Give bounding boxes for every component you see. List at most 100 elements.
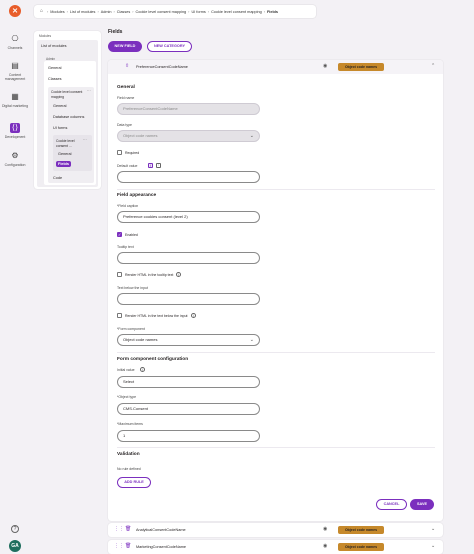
form-component-value: Object code names	[123, 337, 158, 342]
field-caption-label: *Field caption	[117, 204, 139, 208]
gear-icon: ⚙	[11, 151, 19, 160]
enabled-checkbox[interactable]: ✓	[117, 232, 122, 237]
more-icon[interactable]: ···	[87, 89, 91, 93]
breadcrumb-item[interactable]: UI forms	[191, 10, 205, 14]
text-below-label: Text below the input	[117, 286, 148, 290]
tree-section-label: Modules	[39, 34, 52, 38]
tree-item-form[interactable]: Cookie level consent ...	[56, 139, 82, 148]
breadcrumb-item[interactable]: Modules	[50, 10, 64, 14]
cancel-button[interactable]: CANCEL	[376, 499, 407, 510]
field-name-input: PreferenceConsentCodeName	[117, 103, 260, 115]
left-navigation-rail: ✕ ⎔ Channels ▤ Content management ▦ Digi…	[0, 0, 30, 554]
formula-icon[interactable]: ƒ	[148, 163, 153, 168]
maximum-items-input[interactable]: 1	[117, 430, 260, 442]
default-value-label: Default value	[117, 164, 138, 168]
field-row-marketing[interactable]: ⋮⋮ 🗑 MarketingConsentCodeName ◉ Object c…	[108, 540, 443, 554]
grid-icon[interactable]: ⋮	[156, 163, 161, 168]
rail-item-channels-label: Channels	[7, 46, 23, 50]
breadcrumb-item[interactable]: Admin	[101, 10, 112, 14]
trash-icon[interactable]: 🗑	[125, 526, 131, 532]
tree-item-general[interactable]: General	[48, 66, 62, 70]
required-label: Required	[125, 151, 140, 155]
rail-item-channels[interactable]: ⎔ Channels	[0, 34, 30, 50]
render-html-below-checkbox[interactable]	[117, 313, 122, 318]
tree-item-code[interactable]: Code	[53, 176, 62, 180]
add-rule-button[interactable]: ADD RULE	[117, 477, 151, 488]
breadcrumb-item[interactable]: Classes	[117, 10, 131, 14]
trash-icon[interactable]: 🗑	[125, 543, 131, 549]
field-name: PreferenceConsentCodeName	[136, 65, 188, 69]
content-icon: ▤	[11, 61, 19, 70]
field-editor-card: ⇳ PreferenceConsentCodeName ◉ Object cod…	[108, 60, 443, 521]
object-type-input[interactable]: CMS.Consent	[117, 403, 260, 415]
breadcrumb: ⌂ › Modules › List of modules › Admin › Clas…	[34, 5, 316, 18]
rail-item-content-label: Content management	[4, 73, 26, 81]
rail-item-configuration-label: Configuration	[4, 163, 26, 167]
info-icon[interactable]: i	[176, 272, 181, 277]
rail-item-marketing-label: Digital marketing	[1, 104, 29, 108]
field-header-preference[interactable]: ⇳ PreferenceConsentCodeName ◉ Object cod…	[108, 60, 443, 74]
eye-icon[interactable]: ◉	[323, 526, 327, 532]
app-logo[interactable]: ✕	[9, 5, 21, 17]
info-icon[interactable]: i	[191, 313, 196, 318]
section-form-component-configuration: Form component configuration	[117, 357, 189, 362]
eye-icon[interactable]: ◉	[323, 63, 327, 69]
tree-item-fields[interactable]: Fields	[56, 161, 71, 167]
rail-item-content-management[interactable]: ▤ Content management	[0, 61, 30, 81]
initial-value-select[interactable]: Select	[117, 376, 260, 388]
home-icon[interactable]: ⌂	[40, 9, 45, 14]
new-category-button[interactable]: NEW CATEGORY	[147, 41, 192, 52]
tree-item-classes[interactable]: Classes	[48, 77, 62, 81]
tooltip-input[interactable]	[117, 252, 260, 264]
chevron-down-icon: ⌄	[249, 133, 254, 139]
divider	[117, 189, 435, 190]
avatar[interactable]: GA	[9, 540, 21, 552]
code-icon: ⟨⟩	[10, 123, 20, 133]
chevron-down-icon: ⌄	[249, 337, 254, 343]
more-icon[interactable]: ···	[83, 138, 87, 142]
field-row-analytical[interactable]: ⋮⋮ 🗑 AnalyticalConsentCodeName ◉ Object …	[108, 523, 443, 537]
data-type-label: Data type	[117, 123, 132, 127]
breadcrumb-item[interactable]: Cookie level consent mapping	[136, 10, 187, 14]
chevron-up-icon[interactable]: ⌃	[431, 63, 435, 69]
data-type-select: Object code names ⌄	[117, 130, 260, 142]
eye-icon[interactable]: ◉	[323, 543, 327, 549]
breadcrumb-item[interactable]: Cookie level consent mapping	[211, 10, 262, 14]
render-html-tooltip-checkbox[interactable]	[117, 272, 122, 277]
divider	[117, 447, 435, 448]
text-below-input[interactable]	[117, 293, 260, 305]
drag-handle-icon[interactable]: ⋮⋮	[114, 543, 124, 549]
field-type-badge: Object code names	[338, 63, 384, 71]
tree-item-database-columns[interactable]: Database columns	[53, 115, 84, 119]
marketing-icon: ▦	[11, 92, 19, 101]
drag-handle-icon[interactable]: ⋮⋮	[114, 526, 124, 532]
field-caption-input[interactable]: Preference cookies consent (level 2)	[117, 211, 260, 223]
info-icon[interactable]: i	[140, 367, 145, 372]
breadcrumb-current: Fields	[266, 9, 278, 14]
tree-item-form-general[interactable]: General	[58, 152, 72, 156]
chevron-down-icon[interactable]: ⌄	[431, 543, 435, 549]
save-button[interactable]: SAVE	[410, 499, 434, 510]
default-value-input[interactable]	[117, 171, 260, 183]
tree-item-list-of-modules[interactable]: List of modules	[41, 44, 67, 48]
rail-item-development-label: Development	[4, 135, 26, 139]
tree-item-class-general[interactable]: General	[53, 104, 67, 108]
tooltip-label: Tooltip text	[117, 245, 134, 249]
help-icon[interactable]: ?	[11, 525, 19, 533]
object-type-label: *Object type	[117, 395, 137, 399]
drag-handle-icon[interactable]: ⇳	[125, 63, 129, 69]
initial-value-label: Initial value	[117, 368, 135, 372]
field-type-badge: Object code names	[338, 526, 384, 534]
form-component-select[interactable]: Object code names ⌄	[117, 334, 260, 346]
new-field-button[interactable]: NEW FIELD	[108, 41, 142, 52]
no-rule-text: No rule defined	[117, 467, 141, 471]
required-checkbox[interactable]	[117, 150, 122, 155]
rail-item-development[interactable]: ⟨⟩ Development	[0, 123, 30, 139]
rail-item-configuration[interactable]: ⚙ Configuration	[0, 151, 30, 167]
form-component-label: *Form component	[117, 327, 145, 331]
breadcrumb-item[interactable]: List of modules	[70, 10, 96, 14]
chevron-down-icon[interactable]: ⌄	[431, 526, 435, 532]
rail-item-digital-marketing[interactable]: ▦ Digital marketing	[0, 92, 30, 108]
tree-item-class[interactable]: Cookie level consent mapping	[51, 90, 85, 99]
tree-item-ui-forms[interactable]: UI forms	[53, 126, 67, 130]
